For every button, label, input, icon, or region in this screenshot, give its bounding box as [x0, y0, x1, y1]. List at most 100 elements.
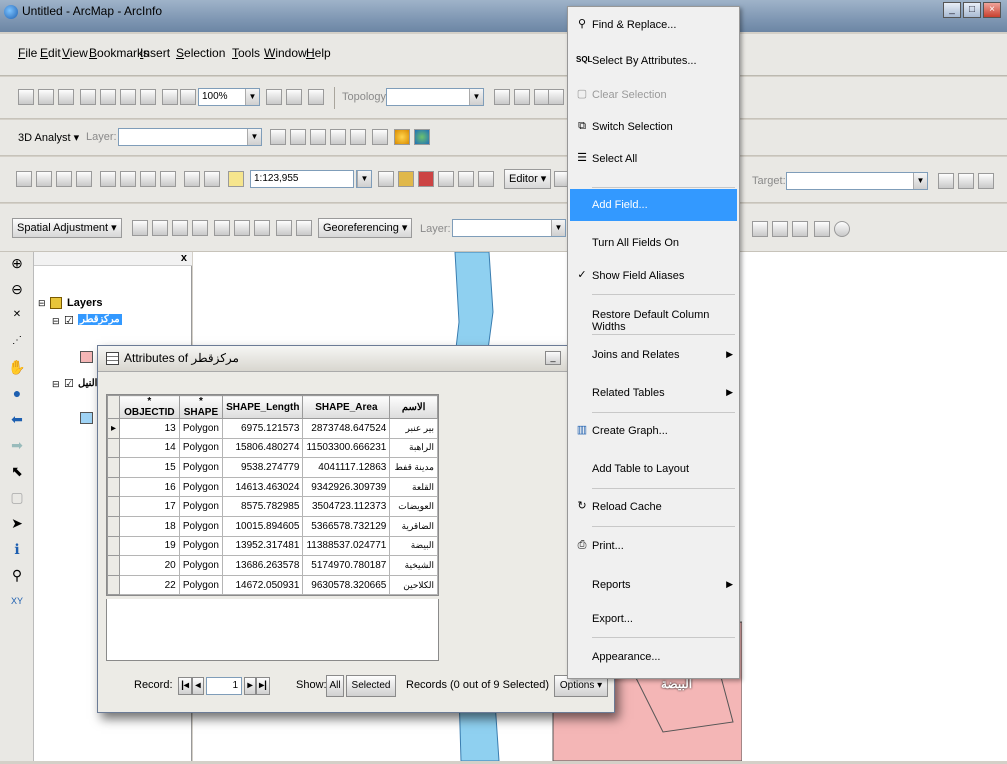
rectangle-icon[interactable]: [814, 221, 830, 237]
name-cell[interactable]: الكلاحين: [389, 574, 438, 596]
row-selector[interactable]: [106, 496, 121, 517]
expand-minus-icon[interactable]: ⊟: [38, 298, 46, 309]
layer2-checkbox[interactable]: ☑: [64, 377, 74, 390]
add-data-icon[interactable]: [228, 171, 244, 187]
fixed-zoom-in-icon[interactable]: ✕: [8, 306, 26, 324]
interpolate-line-icon[interactable]: [350, 129, 366, 145]
arcscene-icon[interactable]: [394, 129, 410, 145]
close-button[interactable]: ×: [983, 2, 1001, 18]
menu-help[interactable]: Help: [306, 46, 331, 60]
topology-tool-icon[interactable]: [494, 89, 510, 105]
3d-analyst-dropdown[interactable]: 3D Analyst ▾: [18, 131, 79, 144]
minimize-button[interactable]: _: [943, 2, 961, 18]
topology-errors-icon[interactable]: [548, 89, 564, 105]
last-record-button[interactable]: ▸|: [256, 677, 270, 695]
find-binoculars-icon[interactable]: ⚲: [8, 566, 26, 584]
shape-cell[interactable]: Polygon: [178, 476, 224, 498]
menu-edit[interactable]: Edit: [40, 46, 61, 60]
area-cell[interactable]: 5366578.732129: [302, 515, 391, 537]
whats-this-icon[interactable]: [478, 171, 494, 187]
paste-icon[interactable]: [140, 171, 156, 187]
editor-toolbar-icon[interactable]: [378, 171, 394, 187]
menu-file[interactable]: File: [18, 46, 37, 60]
show-all-button[interactable]: All: [326, 675, 344, 697]
length-cell[interactable]: 15806.480274: [222, 437, 304, 459]
name-cell[interactable]: الراهبة: [389, 437, 438, 459]
link-tool-icon[interactable]: [772, 221, 788, 237]
layer2-name[interactable]: النيل: [78, 378, 97, 389]
menu-view[interactable]: View: [62, 46, 88, 60]
layer1-checkbox[interactable]: ☑: [64, 314, 74, 327]
undo-icon[interactable]: [184, 171, 200, 187]
shape-cell[interactable]: Polygon: [178, 457, 224, 478]
length-cell[interactable]: 14672.050931: [222, 574, 304, 596]
length-cell[interactable]: 13952.317481: [222, 535, 304, 557]
row-selector[interactable]: [106, 574, 121, 596]
layout2-icon[interactable]: [286, 89, 302, 105]
modify-link-icon[interactable]: [172, 220, 188, 236]
open-folder-icon[interactable]: [36, 171, 52, 187]
new-document-icon[interactable]: [16, 171, 32, 187]
editor-dropdown[interactable]: Editor ▾: [504, 169, 552, 189]
split-tool-icon[interactable]: [938, 173, 954, 189]
menu-item-select-by-attributes[interactable]: SQL Select By Attributes...: [570, 45, 737, 77]
circle-icon[interactable]: [834, 221, 850, 237]
back-arrow-icon[interactable]: ⬅: [8, 410, 26, 428]
row-selector-header[interactable]: [106, 395, 121, 419]
menu-item-select-all[interactable]: ☰ Select All: [570, 143, 737, 175]
interpolate-point-icon[interactable]: [330, 129, 346, 145]
zoom-in-icon[interactable]: ⊕: [8, 254, 26, 272]
fixed-zoom-icon[interactable]: [100, 89, 116, 105]
pan-hand-icon[interactable]: ✋: [8, 358, 26, 376]
objectid-cell[interactable]: 17: [119, 496, 180, 517]
cut-icon[interactable]: [100, 171, 116, 187]
go-to-xy-icon[interactable]: XY: [8, 592, 26, 610]
name-cell[interactable]: القلعة: [389, 476, 438, 498]
zoom-out-fixed-icon[interactable]: [38, 89, 54, 105]
column-header-name[interactable]: الاسم: [389, 395, 438, 419]
edge-match-icon[interactable]: [276, 220, 292, 236]
zoom-page-icon[interactable]: [180, 89, 196, 105]
area-cell[interactable]: 9630578.320665: [302, 574, 391, 596]
new-displacement-link-icon[interactable]: [152, 220, 168, 236]
scale-dropdown-arrow[interactable]: ▼: [356, 170, 372, 188]
objectid-cell[interactable]: 16: [119, 476, 180, 498]
length-cell[interactable]: 8575.782985: [222, 496, 304, 517]
table-row[interactable]: 16 Polygon 14613.463024 9342926.309739 القلع…: [106, 476, 438, 498]
table-row[interactable]: 17 Polygon 8575.782985 3504723.112373 العويض…: [106, 496, 438, 517]
attribute-transfer-icon[interactable]: [296, 220, 312, 236]
objectid-cell[interactable]: 15: [119, 457, 180, 478]
menu-item-joins-and-relates[interactable]: Joins and Relates ▶: [570, 339, 737, 371]
row-selector[interactable]: [106, 437, 121, 459]
layer1-name[interactable]: مركزقطر: [78, 314, 122, 325]
profile-graph-icon[interactable]: [372, 129, 388, 145]
menu-item-find-replace[interactable]: ⚲ Find & Replace...: [570, 9, 737, 41]
fixed-zoom-out-icon[interactable]: ⋰: [8, 332, 26, 350]
page-icon[interactable]: [162, 89, 178, 105]
toggle-draft-icon[interactable]: [308, 89, 324, 105]
name-cell[interactable]: بير عنبر: [389, 418, 438, 439]
table-row[interactable]: 19 Polygon 13952.317481 11388537.024771 البي…: [106, 535, 438, 557]
snap-icon[interactable]: [752, 221, 768, 237]
row-selector[interactable]: [106, 515, 121, 537]
menu-item-appearance[interactable]: Appearance...: [570, 641, 737, 673]
menu-item-print[interactable]: ⎙ Print...: [570, 530, 737, 562]
length-cell[interactable]: 14613.463024: [222, 476, 304, 498]
objectid-cell[interactable]: 18: [119, 515, 180, 537]
map-scale-combo[interactable]: 1:123,955: [250, 170, 354, 188]
clear-selection-icon[interactable]: ▢: [8, 488, 26, 506]
area-cell[interactable]: 9342926.309739: [302, 476, 391, 498]
row-selector-current[interactable]: ▸: [106, 418, 121, 439]
record-number-input[interactable]: 1: [206, 677, 242, 695]
menu-selection[interactable]: Selection: [176, 46, 225, 60]
redo-icon[interactable]: [204, 171, 220, 187]
objectid-cell[interactable]: 14: [119, 437, 180, 459]
3d-layer-combo[interactable]: ▼: [118, 128, 262, 146]
back-extent-icon[interactable]: [120, 89, 136, 105]
menu-item-show-field-aliases[interactable]: ✓ Show Field Aliases: [570, 260, 737, 292]
copy-icon[interactable]: [120, 171, 136, 187]
show-selected-button[interactable]: Selected: [346, 675, 396, 697]
link-tool2-icon[interactable]: [792, 221, 808, 237]
geo-layer-combo[interactable]: ▼: [452, 219, 566, 237]
layout-icon[interactable]: [266, 89, 282, 105]
